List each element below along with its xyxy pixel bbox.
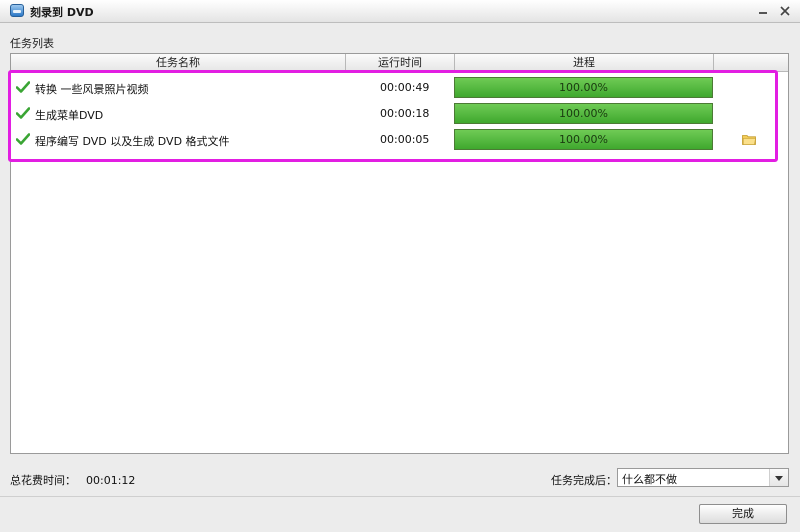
progress-text: 100.00%: [559, 107, 608, 120]
task-progress-bar: 100.00%: [454, 103, 713, 124]
total-time-value: 00:01:12: [86, 474, 136, 487]
check-icon: [16, 81, 30, 93]
progress-text: 100.00%: [559, 81, 608, 94]
chevron-down-icon[interactable]: [769, 469, 788, 486]
after-completion-label: 任务完成后：: [551, 474, 617, 487]
task-list[interactable]: 任务名称 运行时间 进程 转换 一些风景照片视频 00:00:49 100.00…: [10, 53, 789, 454]
task-row[interactable]: 程序编写 DVD 以及生成 DVD 格式文件 00:00:05 100.00%: [11, 127, 788, 153]
close-icon: [780, 6, 790, 16]
after-completion-select[interactable]: 什么都不做: [617, 468, 789, 487]
task-name: 生成菜单DVD: [35, 109, 104, 122]
task-name: 程序编写 DVD 以及生成 DVD 格式文件: [35, 135, 230, 148]
task-row[interactable]: 生成菜单DVD 00:00:18 100.00%: [11, 101, 788, 127]
task-progress-bar: 100.00%: [454, 129, 713, 150]
progress-text: 100.00%: [559, 133, 608, 146]
open-folder-icon[interactable]: [742, 134, 756, 145]
column-header-progress[interactable]: 进程: [455, 54, 714, 71]
task-run-time: 00:00:49: [380, 81, 430, 94]
total-time: 总花费时间： 00:01:12: [10, 472, 135, 488]
task-row[interactable]: 转换 一些风景照片视频 00:00:49 100.00%: [11, 75, 788, 101]
task-list-label: 任务列表: [10, 37, 54, 50]
total-time-label: 总花费时间：: [10, 474, 76, 487]
window-title: 刻录到 DVD: [30, 6, 94, 19]
column-header-task-name[interactable]: 任务名称: [11, 54, 346, 71]
check-icon: [16, 107, 30, 119]
title-bar: 刻录到 DVD: [0, 0, 800, 23]
task-list-header: 任务名称 运行时间 进程: [11, 54, 788, 72]
task-run-time: 00:00:05: [380, 133, 430, 146]
dvd-burner-app-icon: [10, 4, 24, 17]
footer-divider: [0, 496, 800, 497]
column-header-extra: [714, 54, 788, 71]
minimize-icon: [759, 12, 767, 14]
done-button[interactable]: 完成: [699, 504, 787, 524]
task-run-time: 00:00:18: [380, 107, 430, 120]
column-header-run-time[interactable]: 运行时间: [346, 54, 455, 71]
minimize-button[interactable]: [754, 2, 772, 19]
check-icon: [16, 133, 30, 145]
close-button[interactable]: [776, 2, 794, 19]
task-name: 转换 一些风景照片视频: [35, 83, 149, 96]
after-completion-value: 什么都不做: [622, 473, 677, 486]
task-progress-bar: 100.00%: [454, 77, 713, 98]
